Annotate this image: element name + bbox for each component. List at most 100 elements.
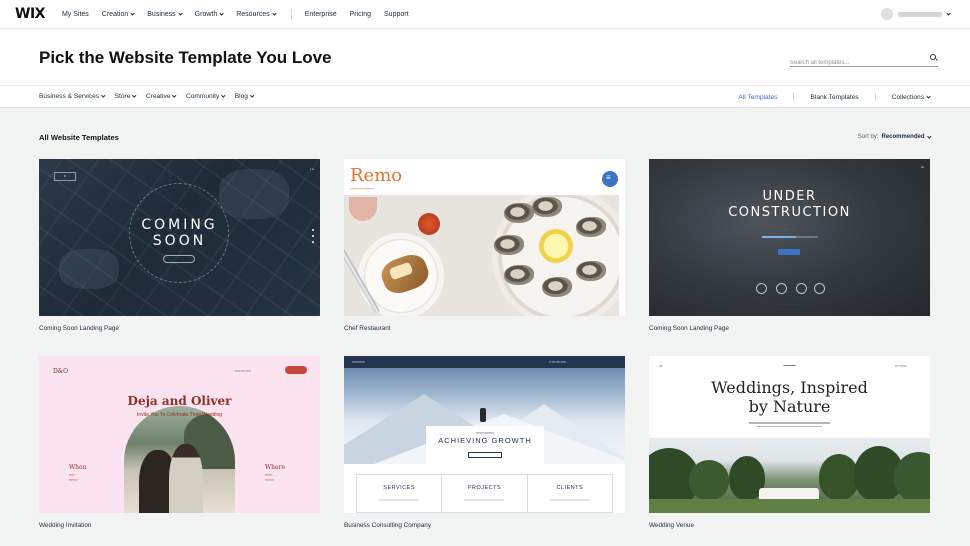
category-creative[interactable]: Creative [146, 93, 177, 100]
tree [819, 454, 859, 500]
preview-heading-box: ━━━━━━━━━━ ACHIEVING GROWTH [426, 426, 544, 464]
tree [689, 460, 729, 500]
preview-rsvp-button [285, 366, 307, 374]
social-icon [814, 283, 825, 294]
preview-footer: · · · · · · · · [778, 302, 801, 306]
preview-when-label: When [69, 464, 87, 471]
chevron-down-icon [250, 93, 255, 98]
social-icon [796, 283, 807, 294]
chevron-down-icon [219, 10, 224, 16]
progress-bar [762, 236, 818, 238]
map-block [219, 169, 289, 219]
lawn [649, 499, 930, 513]
oyster [504, 203, 534, 223]
preview-heading: COMING [141, 217, 218, 233]
filter-collections[interactable]: Collections [892, 93, 931, 101]
nav-support[interactable]: Support [384, 11, 409, 18]
nav-resources[interactable]: Resources [236, 11, 277, 18]
preview-heading: by Nature [748, 397, 831, 416]
preview-heading: UNDER [762, 189, 817, 204]
preview-small-text: · · · · [172, 207, 187, 211]
social-icon [776, 283, 787, 294]
template-name[interactable]: Wedding Invitation [39, 522, 91, 529]
oyster [532, 197, 562, 217]
search-input[interactable] [790, 56, 920, 70]
top-navigation-bar: WIX My Sites Creation Business Growth Re… [0, 0, 970, 29]
preview-button [163, 255, 195, 263]
filter-blank-templates[interactable]: Blank Templates [810, 94, 858, 101]
tree [894, 452, 930, 502]
preview-column: CLIENTS [528, 475, 612, 512]
chevron-down-icon [926, 93, 931, 99]
oyster [494, 235, 524, 255]
nav-creation[interactable]: Creation [102, 10, 135, 18]
preview-where-label: Where [265, 464, 286, 471]
climber [480, 408, 486, 422]
template-card-wedding-invitation[interactable]: D&O ━━━ ━━ ━━━ Deja and Oliver Invite Yo… [39, 356, 320, 513]
chevron-down-icon [926, 134, 931, 138]
category-community[interactable]: Community [186, 93, 226, 100]
preview-brand: Remo [350, 165, 403, 186]
map-block [59, 249, 119, 289]
template-card-chef-restaurant[interactable]: Remo ━━━ ━━ ━━━━━ [344, 159, 625, 316]
template-name[interactable]: Coming Soon Landing Page [39, 325, 119, 332]
preview-where-details: ━━━━ ━━━━━ [265, 473, 275, 482]
template-name[interactable]: Business Consulting Company [344, 522, 431, 529]
sort-prefix: Sort by: [857, 134, 879, 140]
preview-small-text: ━━━━━━━━━━ [475, 431, 495, 435]
chevron-down-icon [172, 93, 177, 98]
preview-menu-tag: ≡ [54, 172, 76, 181]
page-title: Pick the Website Template You Love [39, 48, 332, 67]
nav-business[interactable]: Business [147, 11, 183, 18]
chevron-down-icon [130, 10, 135, 16]
search-icon[interactable] [930, 54, 936, 60]
template-card-coming-soon[interactable]: ≡ ▪ ▪▪ · · · · COMING SOON [39, 159, 320, 316]
nav-growth[interactable]: Growth [195, 11, 224, 18]
preview-garden-photo [649, 438, 930, 513]
filter-all-templates[interactable]: All Templates [738, 94, 777, 101]
preview-subtitle: ━━━ ━━ ━━━━━ [351, 187, 375, 191]
preview-couple-names: Deja and Oliver [127, 394, 232, 408]
nav-divider [290, 8, 292, 20]
couple-photo-arch [124, 406, 235, 513]
preview-heading: CONSTRUCTION [728, 205, 851, 220]
page-header: Pick the Website Template You Love [0, 30, 970, 86]
wix-logo[interactable]: WIX [15, 6, 45, 22]
template-filters: All Templates Blank Templates Collection… [738, 93, 931, 101]
template-name[interactable]: Coming Soon Landing Page [649, 325, 729, 332]
preview-column: SERVICES [357, 475, 443, 512]
account-name-redacted [898, 11, 942, 17]
template-name[interactable]: Wedding Venue [649, 522, 694, 529]
lemon [539, 229, 573, 263]
preview-food-photo [344, 195, 619, 316]
social-icon [756, 283, 767, 294]
category-blog[interactable]: Blog [235, 93, 255, 100]
nav-pricing[interactable]: Pricing [350, 11, 371, 18]
menu-icon [602, 171, 618, 187]
preview-heading: ACHIEVING GROWTH [438, 436, 532, 445]
preview-logo: D&O [53, 368, 69, 375]
avatar[interactable] [881, 8, 893, 20]
category-business-services[interactable]: Business & Services [39, 93, 106, 100]
template-card-wedding-venue[interactable]: ━━ ━━━━━ ━━ ━━━━ Weddings, Inspired by N… [649, 356, 930, 513]
template-name[interactable]: Chef Restaurant [344, 325, 391, 332]
category-store[interactable]: Store [115, 93, 137, 100]
preview-invite-text: Invite You To Celebrate Their Wedding [136, 412, 223, 418]
sort-dropdown[interactable]: Sort by: Recommended [857, 134, 931, 140]
template-card-business-consulting[interactable]: ━━━━━━━ ━ ━━ ━━ ━━━ ━━━━━━━━━━ ACHIEVING… [344, 356, 625, 513]
preview-heading: Weddings, Inspired [711, 378, 868, 397]
preview-button [778, 249, 800, 255]
account-menu[interactable] [881, 8, 951, 20]
template-search [790, 51, 938, 70]
nav-enterprise[interactable]: Enterprise [305, 11, 337, 18]
sauce-jar [418, 213, 440, 235]
template-card-under-construction[interactable]: ▪▪▪ UNDER CONSTRUCTION · · · · · · · · ·… [649, 159, 930, 316]
preview-description [749, 422, 830, 431]
sort-value: Recommended [881, 134, 925, 140]
preview-top-links: ▪ ▪▪ [309, 167, 314, 171]
chevron-down-icon [132, 93, 137, 98]
preview-corner-link: ▪▪▪ [920, 165, 924, 169]
nav-my-sites[interactable]: My Sites [62, 11, 89, 18]
wine-glass [349, 197, 377, 221]
oyster [576, 261, 606, 281]
